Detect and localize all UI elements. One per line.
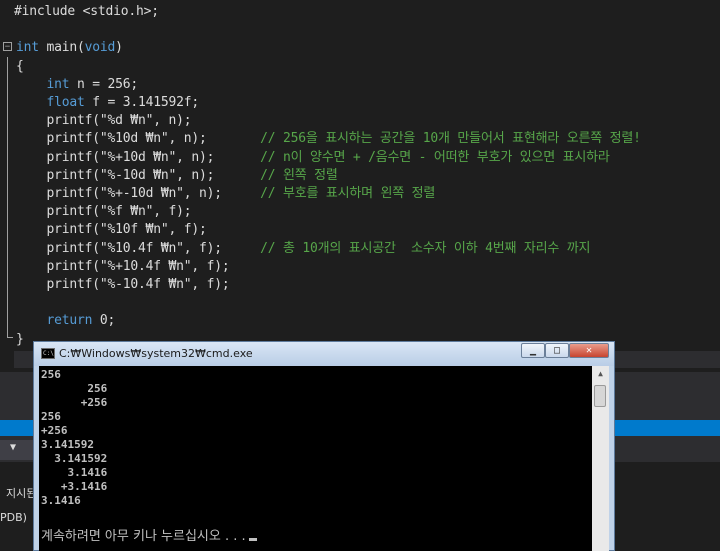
code-line[interactable]: printf("%+10d ₩n", n); // n이 양수면 + /음수면 … bbox=[16, 149, 610, 167]
code-comment: // 256을 표시하는 공간을 10개 만들어서 표현해라 오른쪽 정렬! bbox=[260, 131, 641, 147]
code-comment: // 부호를 표시하며 왼쪽 정렬 bbox=[260, 186, 436, 201]
code-line[interactable]: printf("%-10.4f ₩n", f); bbox=[16, 276, 230, 294]
fold-guide bbox=[7, 57, 8, 337]
output-panel-label: 지시된 bbox=[6, 487, 37, 500]
cmd-icon: C:\ bbox=[41, 348, 55, 359]
code-line[interactable]: int main(void) bbox=[16, 39, 123, 57]
code-line[interactable]: printf("%10f ₩n", f); bbox=[16, 221, 207, 239]
code-text: ) bbox=[115, 40, 123, 56]
code-text: printf("%-10.4f ₩n", f); bbox=[16, 277, 230, 292]
prompt-text: 계속하려면 아무 키나 누르십시오 . . . bbox=[41, 529, 246, 544]
scrollbar-thumb[interactable] bbox=[594, 385, 606, 407]
code-text: printf("%+10.4f ₩n", f); bbox=[16, 258, 230, 274]
console-output[interactable]: 256 256 +256 256 +256 3.141592 3.141592 … bbox=[39, 366, 592, 551]
code-line[interactable]: printf("%-10d ₩n", n); // 왼쪽 정렬 bbox=[16, 167, 338, 185]
code-text: printf("%10d ₩n", n); bbox=[16, 131, 261, 147]
code-comment: // 왼쪽 정렬 bbox=[260, 167, 338, 183]
code-line[interactable]: printf("%f ₩n", f); bbox=[16, 203, 192, 221]
output-line: 3.141592 bbox=[41, 438, 94, 451]
fold-guide-end bbox=[7, 337, 13, 338]
code-text: printf("%d ₩n", n); bbox=[16, 113, 192, 129]
output-line: 3.141592 bbox=[41, 452, 108, 465]
console-title: C:₩Windows₩system32₩cmd.exe bbox=[59, 347, 253, 360]
code-line[interactable]: int n = 256; bbox=[16, 76, 139, 94]
console-vertical-scrollbar[interactable]: ▲ bbox=[592, 366, 609, 551]
code-text: printf("%+-10d ₩n", n); bbox=[16, 186, 261, 201]
scroll-up-arrow-icon[interactable]: ▲ bbox=[592, 366, 609, 382]
code-text: printf("%10f ₩n", f); bbox=[16, 222, 207, 238]
code-line[interactable]: printf("%d ₩n", n); bbox=[16, 112, 192, 130]
code-comment: // 총 10개의 표시공간 소수자 이하 4번째 자리수 까지 bbox=[260, 240, 591, 256]
code-line[interactable]: #include <stdio.h>; bbox=[14, 3, 159, 21]
console-window[interactable]: C:\ C:₩Windows₩system32₩cmd.exe ▁ □ ✕ 25… bbox=[33, 341, 615, 551]
output-line: 256 bbox=[41, 410, 61, 423]
output-line: 3.1416 bbox=[41, 466, 108, 479]
code-text: #include <stdio.h>; bbox=[14, 4, 159, 19]
dropdown-icon[interactable]: ▼ bbox=[10, 442, 16, 453]
code-comment: // n이 양수면 + /음수면 - 어떠한 부호가 있으면 표시하라 bbox=[260, 149, 610, 165]
code-text: n = 256; bbox=[69, 76, 139, 92]
output-line: 256 bbox=[41, 368, 61, 381]
code-keyword: return bbox=[46, 313, 93, 329]
code-line[interactable]: printf("%10.4f ₩n", f); // 총 10개의 표시공간 소… bbox=[16, 240, 591, 258]
output-line: 3.1416 bbox=[41, 494, 81, 507]
output-panel-pdb-text: PDB) bbox=[0, 511, 27, 524]
code-keyword: void bbox=[84, 40, 116, 56]
code-text: } bbox=[16, 331, 24, 347]
code-line[interactable]: { bbox=[16, 58, 24, 76]
code-line[interactable]: printf("%+10.4f ₩n", f); bbox=[16, 258, 230, 276]
code-text: printf("%-10d ₩n", n); bbox=[16, 167, 261, 183]
output-line: 256 bbox=[41, 382, 108, 395]
collapse-icon[interactable]: − bbox=[3, 42, 12, 52]
maximize-button[interactable]: □ bbox=[545, 343, 569, 358]
code-text: main( bbox=[38, 40, 85, 56]
minimize-button[interactable]: ▁ bbox=[521, 343, 545, 358]
close-button[interactable]: ✕ bbox=[569, 343, 609, 358]
code-text: 0; bbox=[92, 313, 116, 329]
code-line[interactable]: printf("%10d ₩n", n); // 256을 표시하는 공간을 1… bbox=[16, 130, 642, 148]
code-line[interactable]: float f = 3.141592f; bbox=[16, 94, 200, 112]
output-line: +256 bbox=[41, 424, 68, 437]
code-keyword: float bbox=[46, 95, 85, 110]
code-text: printf("%10.4f ₩n", f); bbox=[16, 240, 261, 256]
code-text: f = 3.141592f; bbox=[84, 95, 200, 110]
code-text: printf("%+10d ₩n", n); bbox=[16, 149, 261, 165]
output-line: +256 bbox=[41, 396, 108, 409]
code-text: printf("%f ₩n", f); bbox=[16, 204, 192, 220]
console-titlebar[interactable]: C:\ C:₩Windows₩system32₩cmd.exe ▁ □ ✕ bbox=[34, 342, 614, 366]
code-text: { bbox=[16, 58, 24, 74]
text-cursor bbox=[248, 538, 257, 541]
code-line[interactable]: return 0; bbox=[16, 312, 116, 330]
code-line[interactable]: printf("%+-10d ₩n", n); // 부호를 표시하며 왼쪽 정… bbox=[16, 185, 436, 203]
output-line: +3.1416 bbox=[41, 480, 108, 493]
console-prompt: 계속하려면 아무 키나 누르십시오 . . . bbox=[41, 528, 257, 546]
code-keyword: int bbox=[16, 40, 39, 56]
code-editor[interactable]: #include <stdio.h>; int main(void){ int n… bbox=[0, 0, 720, 372]
code-line[interactable]: } bbox=[16, 331, 24, 349]
code-keyword: int bbox=[46, 76, 70, 92]
